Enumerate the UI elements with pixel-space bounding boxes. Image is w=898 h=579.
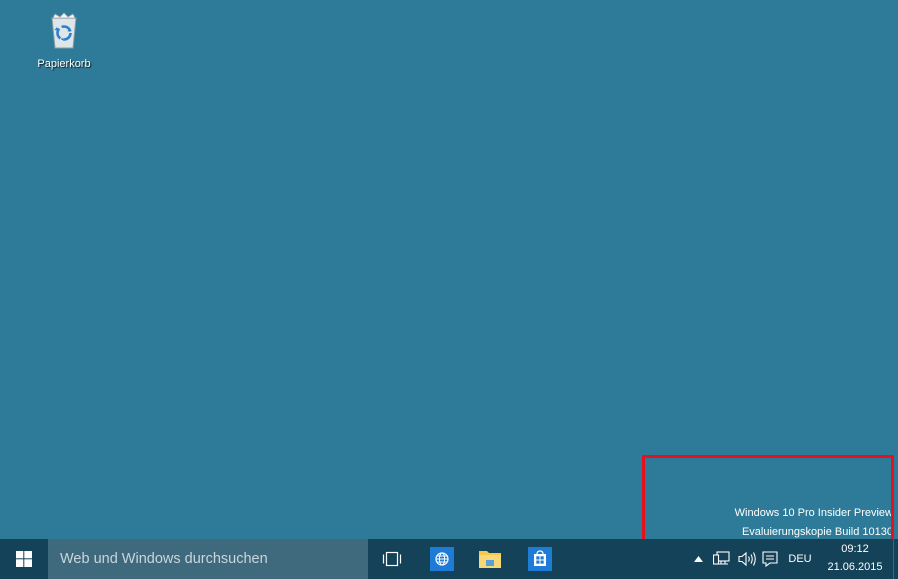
speaker-icon [738, 551, 756, 567]
task-view-icon [382, 551, 402, 567]
volume-button[interactable] [735, 539, 759, 579]
show-desktop-button[interactable] [893, 539, 898, 579]
network-icon [713, 551, 730, 565]
store-button[interactable] [516, 539, 564, 579]
taskbar: Web und Windows durchsuchen DEU 09:12 21… [0, 539, 898, 579]
windows-watermark: Windows 10 Pro Insider Preview Evaluieru… [735, 504, 893, 542]
search-input[interactable]: Web und Windows durchsuchen [48, 539, 368, 579]
clock-time: 09:12 [841, 543, 869, 555]
file-explorer-button[interactable] [466, 539, 514, 579]
clock[interactable]: 09:12 21.06.2015 [820, 539, 890, 579]
start-button[interactable] [0, 539, 48, 579]
windows-logo-icon [16, 551, 32, 567]
task-view-button[interactable] [368, 539, 416, 579]
recycle-bin-label: Papierkorb [37, 58, 91, 70]
show-hidden-icons-button[interactable] [690, 539, 706, 579]
globe-icon [430, 547, 454, 571]
desktop-icon-recycle-bin[interactable]: Papierkorb [28, 6, 100, 70]
desktop[interactable]: Papierkorb Windows 10 Pro Insider Previe… [0, 0, 898, 539]
language-indicator[interactable]: DEU [784, 539, 816, 579]
notification-icon [762, 551, 778, 567]
store-bag-icon [528, 547, 552, 571]
action-center-button[interactable] [759, 539, 781, 579]
watermark-edition: Windows 10 Pro Insider Preview [734, 507, 893, 519]
clock-date: 21.06.2015 [827, 561, 883, 573]
folder-icon [479, 551, 501, 568]
search-placeholder: Web und Windows durchsuchen [60, 551, 268, 567]
edge-button[interactable] [418, 539, 466, 579]
chevron-up-icon [693, 556, 703, 562]
recycle-bin-icon [40, 6, 88, 54]
network-button[interactable] [710, 539, 734, 579]
